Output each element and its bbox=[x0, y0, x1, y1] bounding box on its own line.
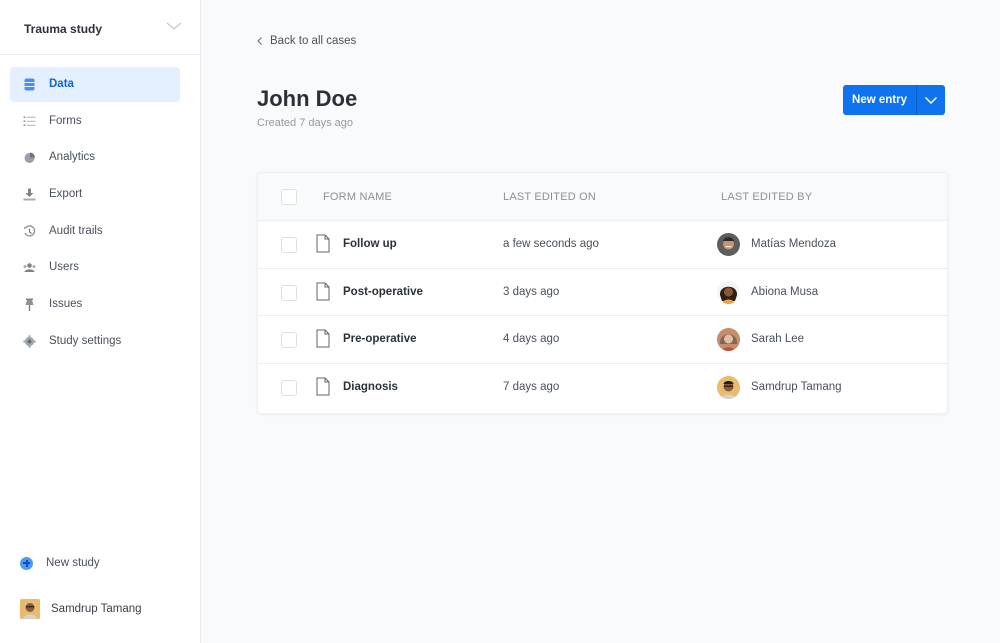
document-icon bbox=[316, 377, 330, 395]
sidebar-item-forms[interactable]: Forms bbox=[10, 104, 180, 139]
last-edited-by: Samdrup Tamang bbox=[751, 380, 842, 393]
last-edited-on: 7 days ago bbox=[503, 380, 560, 393]
new-study-button[interactable]: New study bbox=[20, 554, 100, 572]
sidebar-item-label: Analytics bbox=[49, 151, 96, 164]
sidebar-item-data[interactable]: Data bbox=[10, 67, 180, 102]
pin-icon bbox=[25, 298, 34, 312]
avatar bbox=[717, 233, 740, 256]
sidebar-item-issues[interactable]: Issues bbox=[10, 287, 180, 322]
row-checkbox[interactable] bbox=[281, 284, 297, 301]
row-checkbox[interactable] bbox=[281, 379, 297, 396]
sidebar-nav: Data Forms Analytics Export Audit trails… bbox=[10, 67, 180, 361]
sidebar-item-label: Audit trails bbox=[49, 224, 103, 237]
study-switcher[interactable]: Trauma study bbox=[0, 0, 200, 55]
document-icon bbox=[316, 282, 330, 300]
avatar bbox=[20, 599, 40, 619]
current-user-name: Samdrup Tamang bbox=[51, 603, 142, 615]
download-icon bbox=[23, 188, 36, 201]
forms-table: FORM NAME LAST EDITED ON LAST EDITED BY … bbox=[257, 172, 948, 414]
last-edited-on: 3 days ago bbox=[503, 285, 560, 298]
avatar bbox=[717, 375, 740, 399]
last-edited-by: Sarah Lee bbox=[751, 333, 805, 345]
new-entry-dropdown-button[interactable] bbox=[917, 85, 945, 115]
column-header-last-edited-on[interactable]: LAST EDITED ON bbox=[503, 191, 596, 203]
chevron-down-icon bbox=[924, 96, 938, 104]
current-user[interactable]: Samdrup Tamang bbox=[20, 599, 142, 619]
sidebar-item-label: Issues bbox=[49, 298, 83, 311]
avatar bbox=[717, 280, 740, 304]
back-link-label: Back to all cases bbox=[270, 35, 357, 47]
created-subtitle: Created 7 days ago bbox=[257, 117, 354, 129]
table-row[interactable]: Diagnosis 7 days ago Samdrup Tamang bbox=[258, 364, 947, 412]
page-title: John Doe bbox=[257, 86, 358, 111]
last-edited-by: Matías Mendoza bbox=[751, 238, 837, 250]
history-icon bbox=[24, 225, 36, 237]
table-row[interactable]: Pre-operative 4 days ago Sarah Lee bbox=[258, 316, 947, 364]
study-name: Trauma study bbox=[24, 22, 103, 36]
sidebar-item-label: Data bbox=[49, 78, 74, 90]
document-icon bbox=[316, 329, 330, 348]
back-to-all-cases-link[interactable]: Back to all cases bbox=[256, 35, 356, 47]
chevron-left-icon bbox=[257, 37, 262, 45]
gear-icon bbox=[23, 335, 36, 348]
form-name[interactable]: Pre-operative bbox=[343, 333, 417, 345]
last-edited-on: 4 days ago bbox=[503, 333, 560, 345]
sidebar-item-label: Export bbox=[49, 188, 83, 201]
select-all-checkbox[interactable] bbox=[281, 189, 297, 205]
table-header: FORM NAME LAST EDITED ON LAST EDITED BY bbox=[258, 173, 947, 221]
sidebar-item-analytics[interactable]: Analytics bbox=[10, 140, 180, 175]
list-icon bbox=[23, 116, 36, 126]
column-header-form-name[interactable]: FORM NAME bbox=[323, 191, 392, 203]
database-icon bbox=[24, 78, 35, 91]
row-checkbox[interactable] bbox=[281, 332, 297, 348]
form-name[interactable]: Post-operative bbox=[343, 286, 423, 298]
sidebar-item-label: Users bbox=[49, 261, 80, 274]
plus-circle-icon bbox=[20, 556, 33, 570]
form-name[interactable]: Diagnosis bbox=[343, 381, 398, 393]
document-icon bbox=[316, 234, 330, 253]
sidebar-item-export[interactable]: Export bbox=[10, 177, 180, 212]
users-icon bbox=[23, 263, 36, 273]
table-row[interactable]: Follow up a few seconds ago Matías Mendo… bbox=[258, 221, 947, 269]
sidebar-item-label: Study settings bbox=[49, 334, 122, 347]
sidebar-item-label: Forms bbox=[49, 114, 82, 127]
column-header-last-edited-by[interactable]: LAST EDITED BY bbox=[721, 191, 812, 203]
last-edited-on: a few seconds ago bbox=[503, 238, 599, 250]
pie-chart-icon bbox=[24, 152, 35, 164]
new-entry-button-group: New entry bbox=[843, 85, 945, 115]
chevron-down-icon bbox=[166, 22, 182, 30]
avatar bbox=[717, 328, 740, 351]
sidebar: Trauma study Data Forms Analytics Export… bbox=[0, 0, 201, 643]
form-name[interactable]: Follow up bbox=[343, 238, 397, 250]
table-row[interactable]: Post-operative 3 days ago Abiona Musa bbox=[258, 269, 947, 316]
sidebar-item-users[interactable]: Users bbox=[10, 250, 180, 285]
new-entry-button[interactable]: New entry bbox=[843, 85, 917, 115]
last-edited-by: Abiona Musa bbox=[751, 285, 819, 298]
row-checkbox[interactable] bbox=[281, 237, 297, 253]
sidebar-item-audit-trails[interactable]: Audit trails bbox=[10, 214, 180, 249]
new-study-label: New study bbox=[46, 557, 100, 569]
sidebar-item-study-settings[interactable]: Study settings bbox=[10, 324, 180, 359]
main-content: Back to all cases John Doe Created 7 day… bbox=[201, 0, 1000, 643]
